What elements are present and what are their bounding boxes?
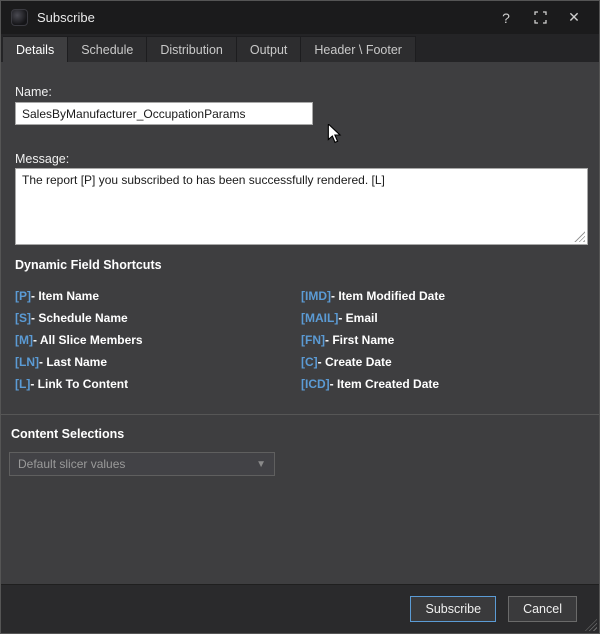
shortcut-code: [IMD] <box>301 289 331 303</box>
shortcut-code: [M] <box>15 333 33 347</box>
shortcut-item: [C]- Create Date <box>301 351 445 373</box>
tab-output[interactable]: Output <box>237 36 302 62</box>
shortcut-label: - Item Name <box>31 289 99 303</box>
shortcuts-column-left: [P]- Item Name [S]- Schedule Name [M]- A… <box>15 285 143 395</box>
shortcut-label: - Item Modified Date <box>331 289 445 303</box>
shortcut-item: [ICD]- Item Created Date <box>301 373 445 395</box>
name-label: Name: <box>15 85 52 99</box>
shortcut-label: - Last Name <box>39 355 107 369</box>
window-title: Subscribe <box>37 10 95 25</box>
shortcut-label: - All Slice Members <box>33 333 143 347</box>
tab-schedule[interactable]: Schedule <box>68 36 147 62</box>
shortcut-label: - Link To Content <box>30 377 128 391</box>
shortcut-label: - Schedule Name <box>31 311 128 325</box>
tab-strip: Details Schedule Distribution Output Hea… <box>1 34 599 62</box>
shortcut-code: [L] <box>15 377 30 391</box>
dropdown-placeholder: Default slicer values <box>18 457 256 471</box>
app-icon <box>11 9 28 26</box>
shortcut-label: - Create Date <box>318 355 392 369</box>
cancel-button[interactable]: Cancel <box>508 596 577 622</box>
titlebar-controls: ? ✕ <box>491 5 589 31</box>
close-button[interactable]: ✕ <box>559 5 589 31</box>
title-bar: Subscribe ? ✕ <box>1 1 599 34</box>
shortcut-item: [M]- All Slice Members <box>15 329 143 351</box>
maximize-button[interactable] <box>525 5 555 31</box>
shortcut-item: [P]- Item Name <box>15 285 143 307</box>
details-panel: Name: Message: The report [P] you subscr… <box>1 62 599 584</box>
shortcut-code: [P] <box>15 289 31 303</box>
shortcuts-heading: Dynamic Field Shortcuts <box>15 258 162 272</box>
shortcut-item: [LN]- Last Name <box>15 351 143 373</box>
shortcut-item: [L]- Link To Content <box>15 373 143 395</box>
maximize-icon <box>534 11 547 24</box>
shortcut-label: - Item Created Date <box>330 377 439 391</box>
footer-bar: Subscribe Cancel <box>1 584 599 633</box>
content-selections-heading: Content Selections <box>11 427 124 441</box>
name-input[interactable] <box>15 102 313 125</box>
shortcut-code: [MAIL] <box>301 311 338 325</box>
section-divider <box>1 414 599 415</box>
chevron-down-icon: ▼ <box>256 459 266 470</box>
tab-distribution[interactable]: Distribution <box>147 36 237 62</box>
subscribe-dialog: Subscribe ? ✕ Details Schedule Distribut… <box>0 0 600 634</box>
subscribe-button[interactable]: Subscribe <box>410 596 496 622</box>
shortcut-label: - Email <box>338 311 377 325</box>
shortcut-item: [MAIL]- Email <box>301 307 445 329</box>
shortcut-item: [IMD]- Item Modified Date <box>301 285 445 307</box>
tab-header-footer[interactable]: Header \ Footer <box>301 36 416 62</box>
shortcut-code: [FN] <box>301 333 325 347</box>
shortcut-code: [S] <box>15 311 31 325</box>
shortcut-item: [S]- Schedule Name <box>15 307 143 329</box>
shortcut-code: [C] <box>301 355 318 369</box>
message-textarea[interactable]: The report [P] you subscribed to has bee… <box>15 168 588 245</box>
shortcut-code: [ICD] <box>301 377 330 391</box>
shortcut-item: [FN]- First Name <box>301 329 445 351</box>
shortcuts-column-right: [IMD]- Item Modified Date [MAIL]- Email … <box>301 285 445 395</box>
tab-details[interactable]: Details <box>3 36 68 62</box>
help-button[interactable]: ? <box>491 5 521 31</box>
message-label: Message: <box>15 152 69 166</box>
content-selections-dropdown[interactable]: Default slicer values ▼ <box>9 452 275 476</box>
shortcut-code: [LN] <box>15 355 39 369</box>
shortcut-label: - First Name <box>325 333 394 347</box>
